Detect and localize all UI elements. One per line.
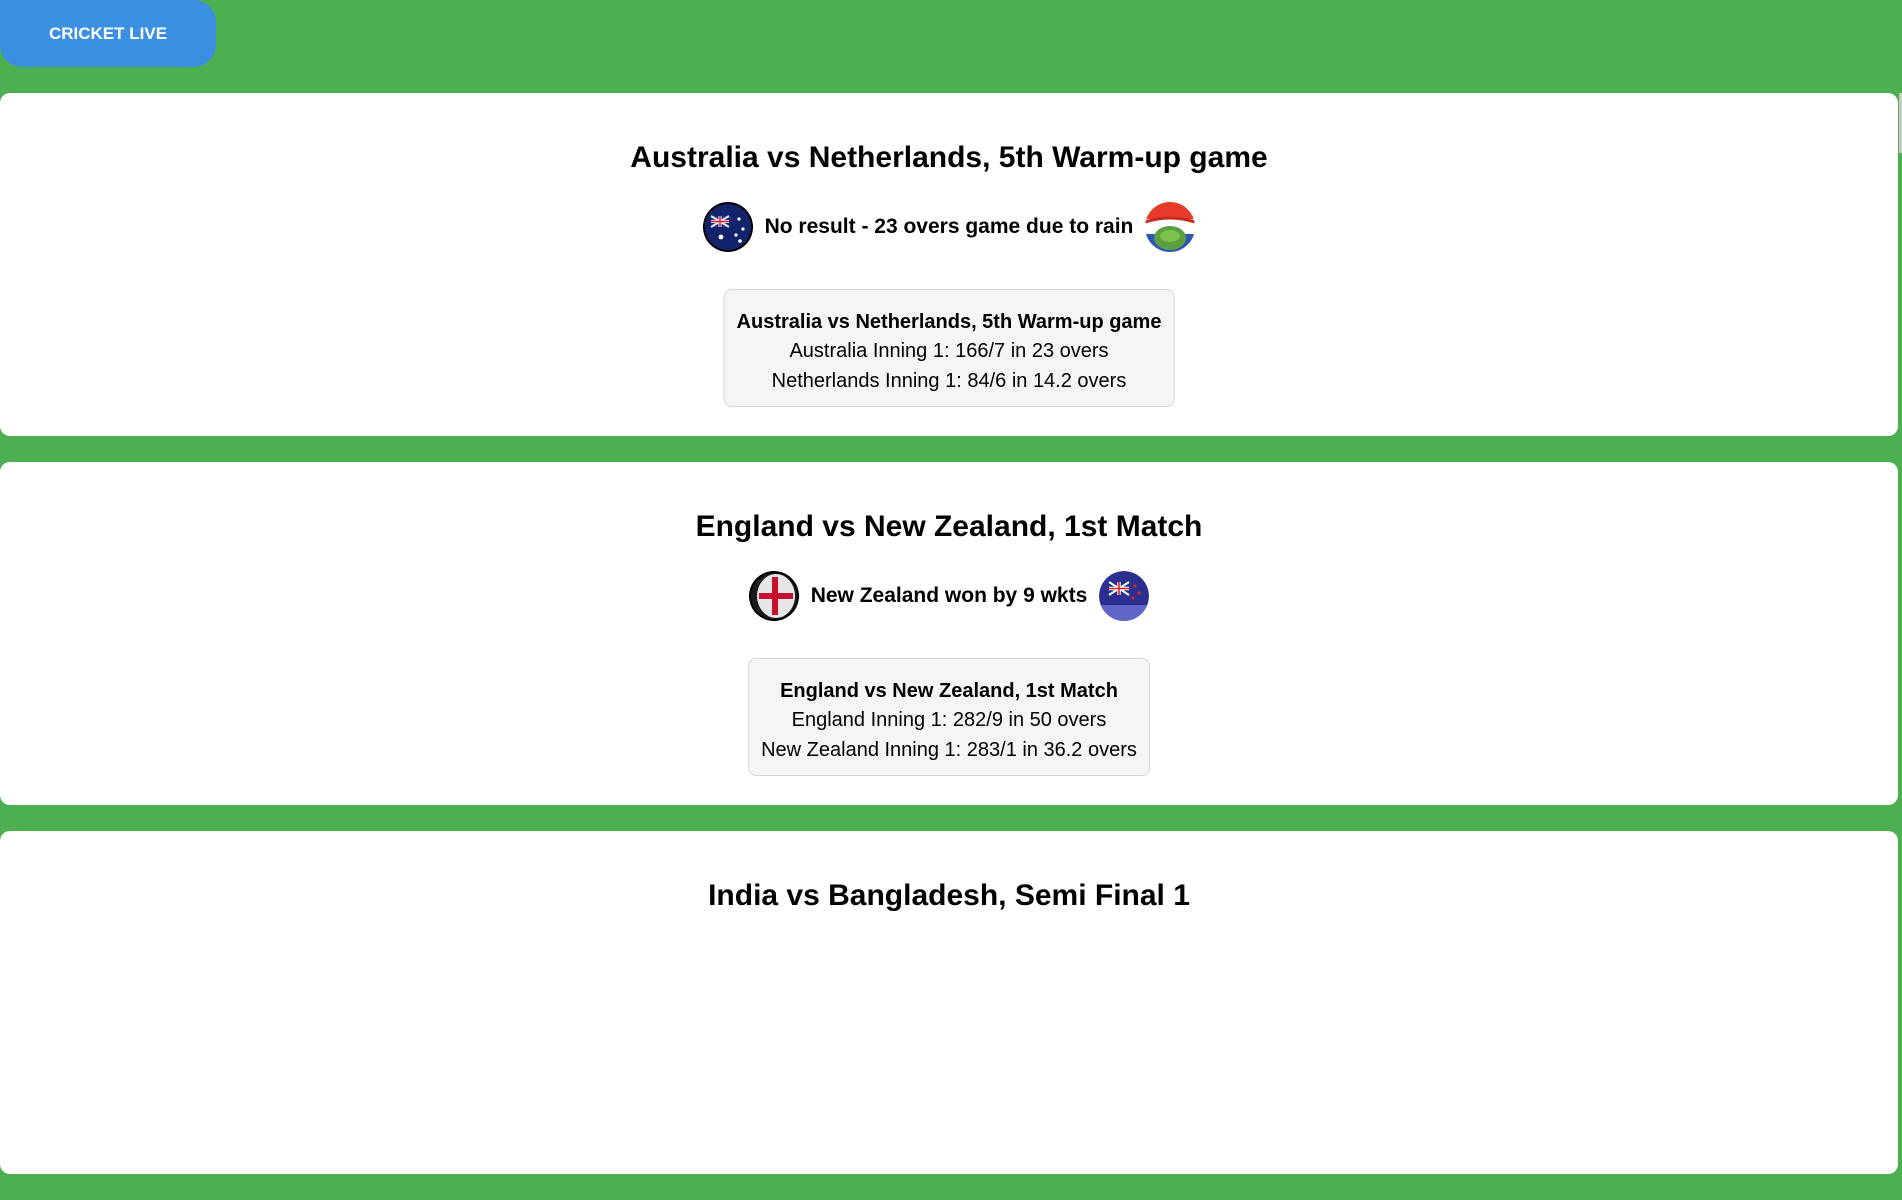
match-list: Australia vs Netherlands, 5th Warm-up ga… xyxy=(0,93,1898,1200)
scorecard-box: England vs New Zealand, 1st Match Englan… xyxy=(748,658,1150,776)
top-bar: CRICKET LIVE xyxy=(0,0,1902,93)
scorecard-box: Australia vs Netherlands, 5th Warm-up ga… xyxy=(723,289,1175,407)
inning-score: Australia Inning 1: 166/7 in 23 overs xyxy=(789,340,1109,362)
result-row: No result - 23 overs game due to rain xyxy=(0,201,1898,253)
match-title: England vs New Zealand, 1st Match xyxy=(695,510,1203,543)
match-result-status: No result - 23 overs game due to rain xyxy=(764,215,1134,238)
result-row: New Zealand won by 9 wkts xyxy=(0,570,1898,622)
match-result-status: New Zealand won by 9 wkts xyxy=(810,584,1088,607)
match-card: India vs Bangladesh, Semi Final 1 xyxy=(0,831,1898,1174)
match-card: England vs New Zealand, 1st Match New Ze… xyxy=(0,462,1898,805)
match-title: India vs Bangladesh, Semi Final 1 xyxy=(708,879,1190,912)
inning-score: New Zealand Inning 1: 283/1 in 36.2 over… xyxy=(761,739,1137,761)
match-title: Australia vs Netherlands, 5th Warm-up ga… xyxy=(630,141,1268,174)
new-zealand-flag-icon xyxy=(1099,571,1150,621)
scorecard-title: Australia vs Netherlands, 5th Warm-up ga… xyxy=(736,311,1162,333)
england-flag-icon xyxy=(748,571,799,621)
inning-score: England Inning 1: 282/9 in 50 overs xyxy=(791,709,1107,731)
cricket-live-button[interactable]: CRICKET LIVE xyxy=(0,0,216,67)
netherlands-flag-icon xyxy=(1145,202,1196,252)
inning-score: Netherlands Inning 1: 84/6 in 14.2 overs xyxy=(771,370,1127,392)
australia-flag-icon xyxy=(702,202,753,252)
scorecard-title: England vs New Zealand, 1st Match xyxy=(780,680,1118,702)
match-card: Australia vs Netherlands, 5th Warm-up ga… xyxy=(0,93,1898,436)
